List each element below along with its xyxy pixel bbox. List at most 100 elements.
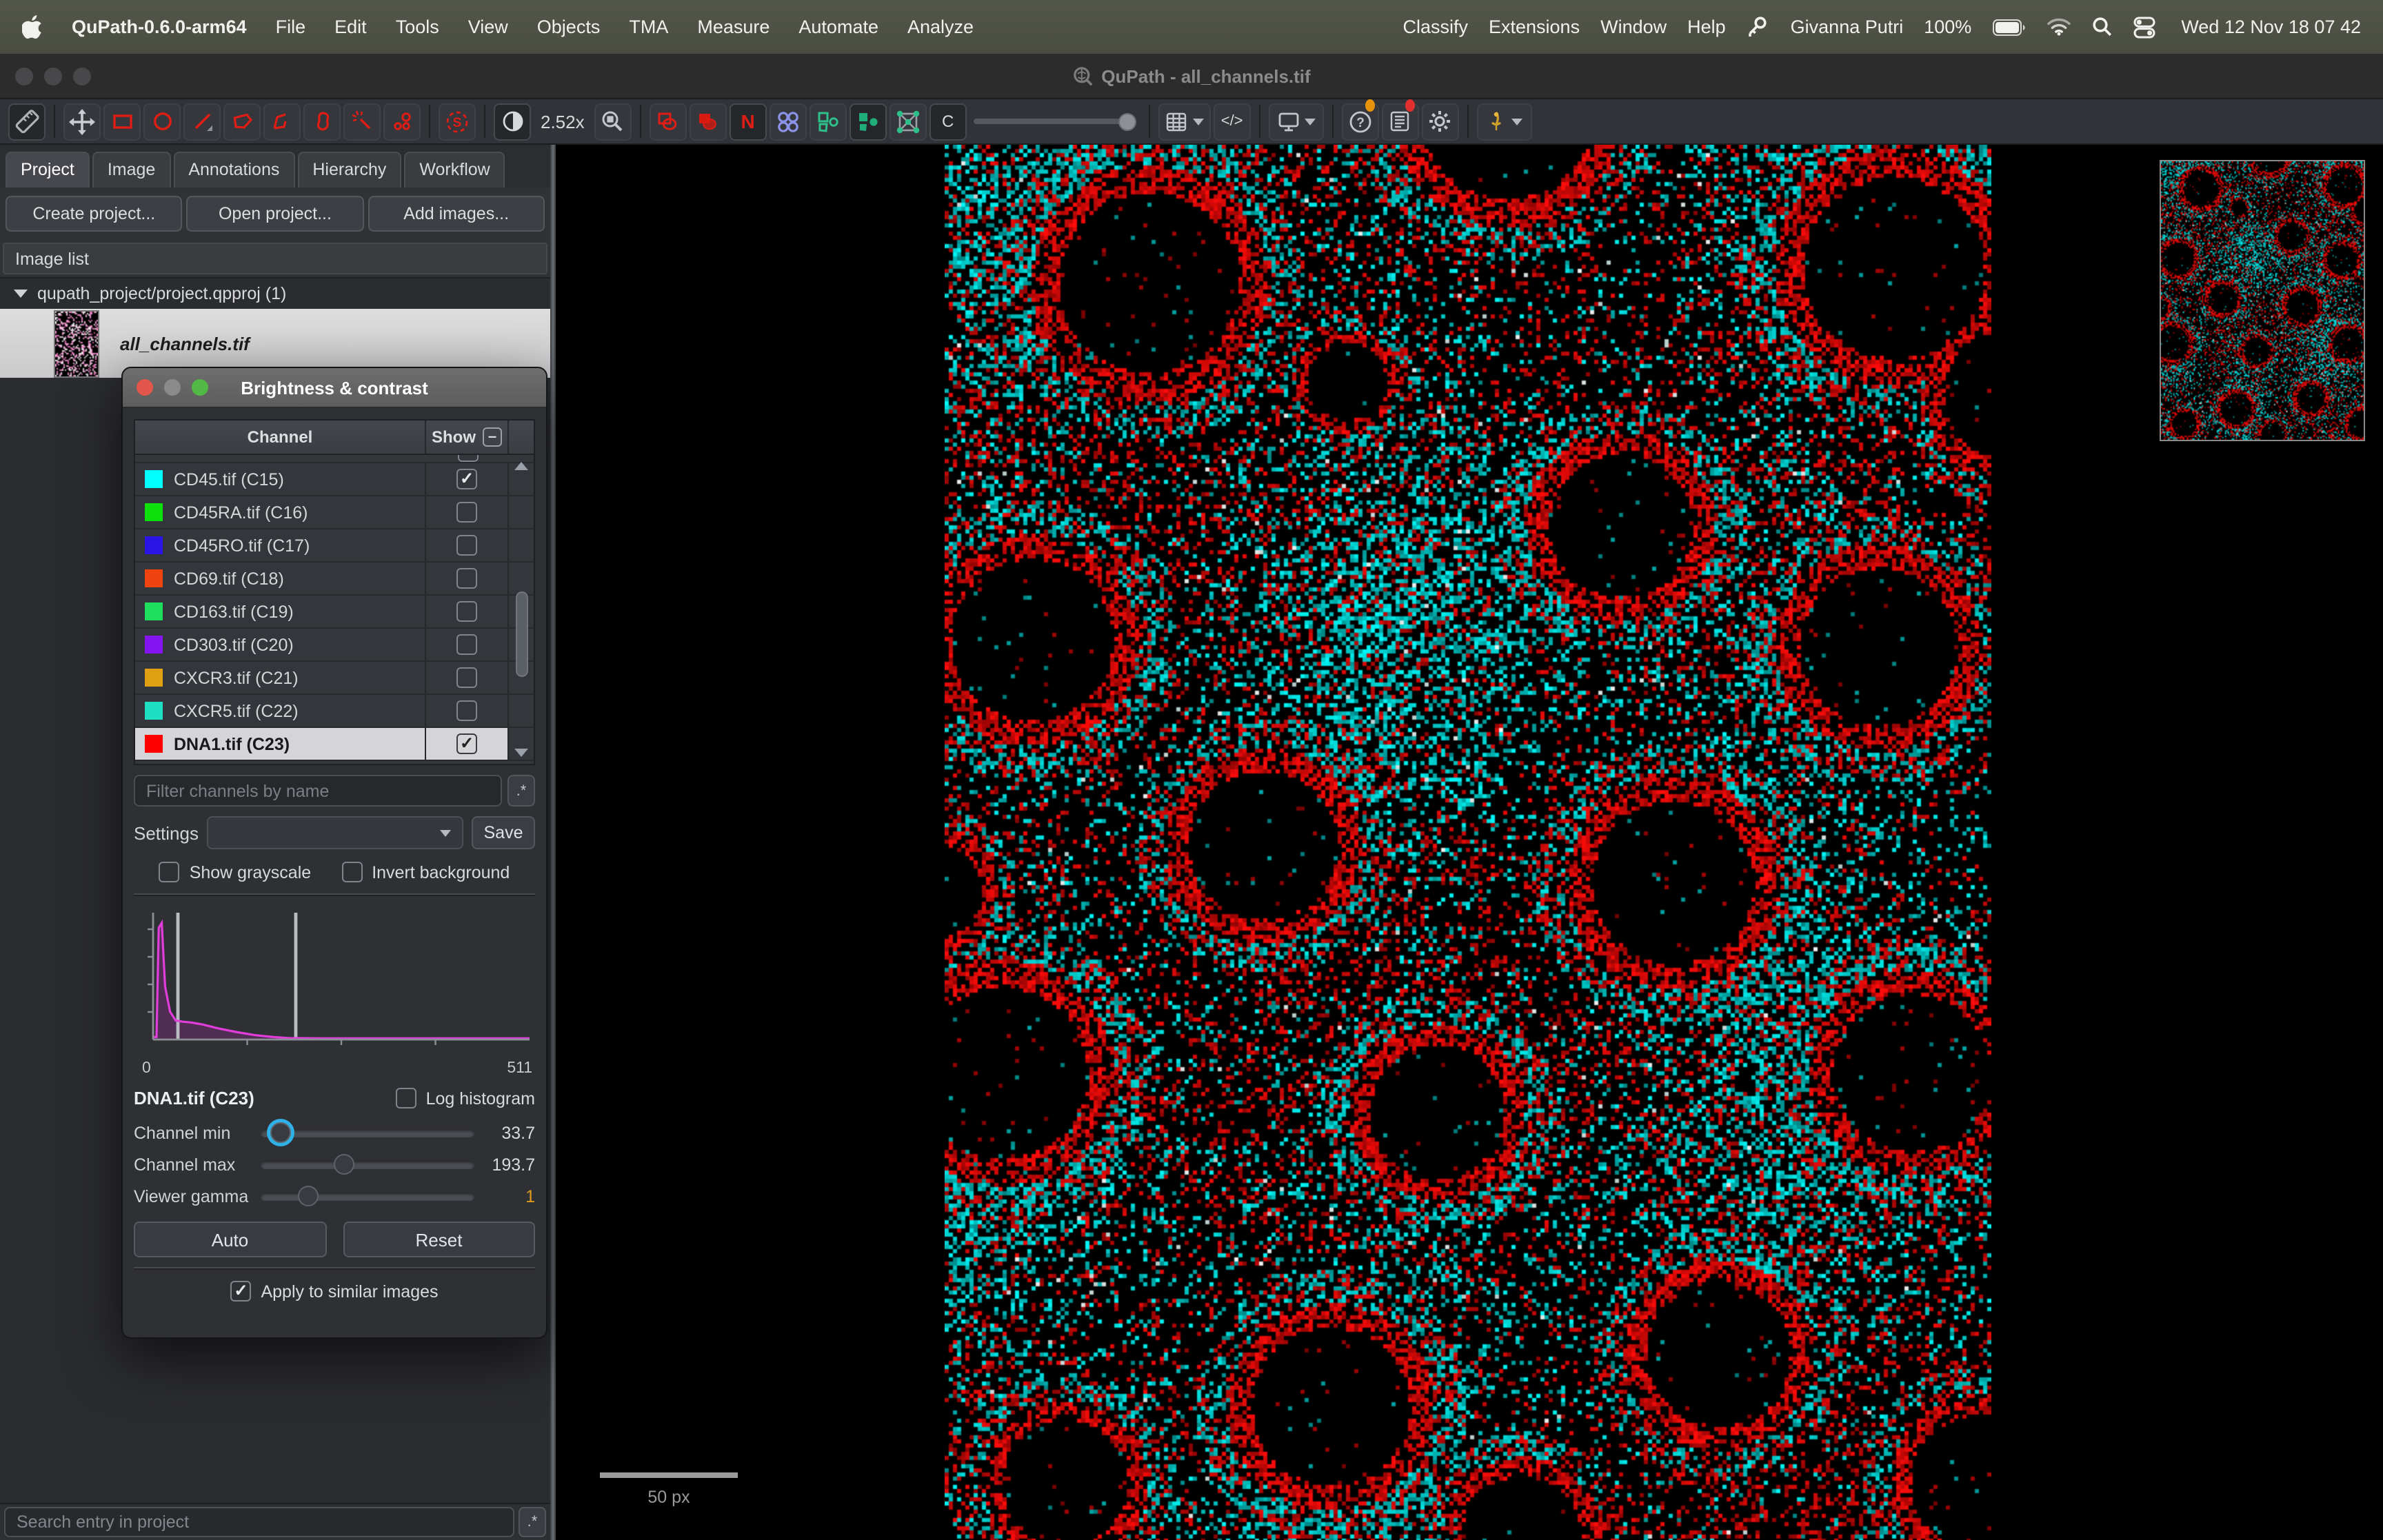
menubar-clock[interactable]: Wed 12 Nov 18 07 42 bbox=[2181, 17, 2361, 37]
channel-min-slider[interactable] bbox=[261, 1128, 474, 1137]
menu-edit[interactable]: Edit bbox=[334, 17, 367, 37]
slider-thumb[interactable] bbox=[298, 1185, 319, 1206]
channel-show-checkbox[interactable] bbox=[456, 634, 477, 655]
wifi-icon[interactable] bbox=[2046, 18, 2071, 36]
apple-logo-icon[interactable] bbox=[22, 15, 43, 39]
tab-annotations[interactable]: Annotations bbox=[173, 152, 294, 188]
rectangle-tool-button[interactable] bbox=[103, 103, 141, 140]
add-images-button[interactable]: Add images... bbox=[368, 196, 545, 232]
invert-background-checkbox[interactable] bbox=[341, 862, 362, 882]
apply-to-similar-images-checkbox[interactable] bbox=[230, 1281, 251, 1301]
opacity-slider-track[interactable] bbox=[974, 119, 1136, 124]
slider-thumb[interactable] bbox=[270, 1122, 291, 1142]
channel-show-checkbox[interactable] bbox=[456, 568, 477, 589]
save-settings-button[interactable]: Save bbox=[472, 816, 535, 849]
menu-help[interactable]: Help bbox=[1687, 17, 1726, 37]
brightness-contrast-button[interactable] bbox=[494, 103, 531, 140]
scrollbar-thumb[interactable] bbox=[515, 591, 527, 676]
menu-analyze[interactable]: Analyze bbox=[907, 17, 974, 37]
measurement-tables-button[interactable] bbox=[1158, 103, 1211, 140]
polyline-tool-button[interactable] bbox=[263, 103, 301, 140]
line-tool-button[interactable] bbox=[183, 103, 221, 140]
channel-column-header[interactable]: Channel bbox=[135, 421, 426, 454]
channel-show-checkbox[interactable] bbox=[456, 700, 477, 721]
channel-show-checkbox[interactable] bbox=[456, 601, 477, 622]
channel-show-checkbox[interactable] bbox=[456, 667, 477, 688]
open-project-button[interactable]: Open project... bbox=[187, 196, 364, 232]
tab-image[interactable]: Image bbox=[92, 152, 171, 188]
menu-extensions[interactable]: Extensions bbox=[1489, 17, 1580, 37]
filter-regex-button[interactable]: .* bbox=[507, 775, 535, 807]
measure-ruler-tool-button[interactable] bbox=[8, 103, 46, 140]
channel-row[interactable]: CD69.tif (C18) bbox=[135, 563, 534, 596]
channel-row[interactable]: CD163.tif (C19) bbox=[135, 596, 534, 629]
channel-viewer-button[interactable]: C bbox=[929, 103, 967, 140]
slide-viewer[interactable]: 50 px bbox=[552, 145, 2383, 1540]
log-histogram-option[interactable]: Log histogram bbox=[396, 1088, 535, 1108]
brush-tool-button[interactable] bbox=[303, 103, 341, 140]
scroll-up-arrow-icon[interactable] bbox=[514, 462, 528, 470]
selection-mode-button[interactable]: S bbox=[439, 103, 476, 140]
menu-automate[interactable]: Automate bbox=[798, 17, 878, 37]
opacity-slider-thumb[interactable] bbox=[1118, 112, 1136, 130]
menu-window[interactable]: Window bbox=[1600, 17, 1667, 37]
wand-tool-button[interactable] bbox=[343, 103, 381, 140]
magnification-label[interactable]: 2.52x bbox=[532, 111, 593, 132]
auto-button[interactable]: Auto bbox=[134, 1222, 326, 1257]
channel-row[interactable]: CXCR3.tif (C21) bbox=[135, 662, 534, 695]
channel-show-checkbox[interactable] bbox=[456, 535, 477, 556]
channel-show-checkbox[interactable] bbox=[456, 469, 477, 489]
channel-show-checkbox[interactable] bbox=[456, 502, 477, 523]
project-tree-node[interactable]: qupath_project/project.qpproj (1) bbox=[0, 278, 550, 309]
pin-overlay-button[interactable] bbox=[1477, 103, 1532, 140]
menu-measure[interactable]: Measure bbox=[697, 17, 770, 37]
polygon-tool-button[interactable] bbox=[223, 103, 261, 140]
fill-annotations-button[interactable] bbox=[690, 103, 727, 140]
filter-channels-input[interactable]: Filter channels by name bbox=[134, 775, 502, 807]
preferences-gear-button[interactable] bbox=[1422, 103, 1459, 140]
channel-table-scrollbar[interactable] bbox=[510, 456, 532, 762]
window-minimize-button[interactable] bbox=[44, 67, 62, 85]
panel-splitter-handle[interactable] bbox=[550, 145, 556, 1540]
ellipse-tool-button[interactable] bbox=[143, 103, 181, 140]
script-editor-button[interactable]: </> bbox=[1214, 103, 1251, 140]
show-names-button[interactable]: N bbox=[730, 103, 767, 140]
show-grayscale-option[interactable]: Show grayscale bbox=[159, 862, 312, 882]
menu-file[interactable]: File bbox=[276, 17, 306, 37]
viewer-display-button[interactable] bbox=[1269, 103, 1324, 140]
menu-tools[interactable]: Tools bbox=[396, 17, 439, 37]
apply-to-similar-images-option[interactable]: Apply to similar images bbox=[230, 1281, 438, 1301]
menubar-app-name[interactable]: QuPath-0.6.0-arm64 bbox=[72, 17, 247, 37]
channel-max-slider[interactable] bbox=[261, 1160, 474, 1168]
log-histogram-checkbox[interactable] bbox=[396, 1088, 416, 1108]
dialog-close-button[interactable] bbox=[137, 379, 153, 396]
dialog-minimize-button[interactable] bbox=[164, 379, 181, 396]
viewer-gamma-slider[interactable] bbox=[261, 1192, 474, 1200]
menu-classify[interactable]: Classify bbox=[1402, 17, 1468, 37]
key-icon[interactable] bbox=[1747, 15, 1770, 39]
channel-row[interactable]: CXCR5.tif (C22) bbox=[135, 695, 534, 728]
scroll-down-arrow-icon[interactable] bbox=[514, 749, 528, 757]
control-center-icon[interactable] bbox=[2133, 16, 2155, 38]
disclosure-triangle-icon[interactable] bbox=[14, 290, 28, 298]
show-column-header[interactable]: Show bbox=[426, 421, 509, 454]
toggle-all-channels-button[interactable] bbox=[483, 427, 502, 447]
opacity-slider[interactable] bbox=[974, 103, 1136, 140]
show-grayscale-checkbox[interactable] bbox=[159, 862, 180, 882]
spotlight-search-icon[interactable] bbox=[2091, 17, 2112, 37]
tab-project[interactable]: Project bbox=[6, 152, 90, 188]
create-project-button[interactable]: Create project... bbox=[6, 196, 183, 232]
dialog-title-bar[interactable]: Brightness & contrast bbox=[123, 368, 546, 408]
tab-workflow[interactable]: Workflow bbox=[404, 152, 505, 188]
overview-thumbnail[interactable] bbox=[2160, 160, 2365, 441]
reset-button[interactable]: Reset bbox=[343, 1222, 535, 1257]
channel-row[interactable]: DNA1.tif (C23) bbox=[135, 728, 534, 761]
zoom-to-fit-button[interactable] bbox=[594, 103, 632, 140]
channel-show-checkbox[interactable] bbox=[456, 733, 477, 754]
menu-tma[interactable]: TMA bbox=[629, 17, 668, 37]
menu-objects[interactable]: Objects bbox=[537, 17, 601, 37]
channel-row[interactable]: CD303.tif (C20) bbox=[135, 629, 534, 662]
window-close-button[interactable] bbox=[15, 67, 33, 85]
project-search-regex-button[interactable]: .* bbox=[519, 1507, 546, 1537]
tab-hierarchy[interactable]: Hierarchy bbox=[297, 152, 401, 188]
